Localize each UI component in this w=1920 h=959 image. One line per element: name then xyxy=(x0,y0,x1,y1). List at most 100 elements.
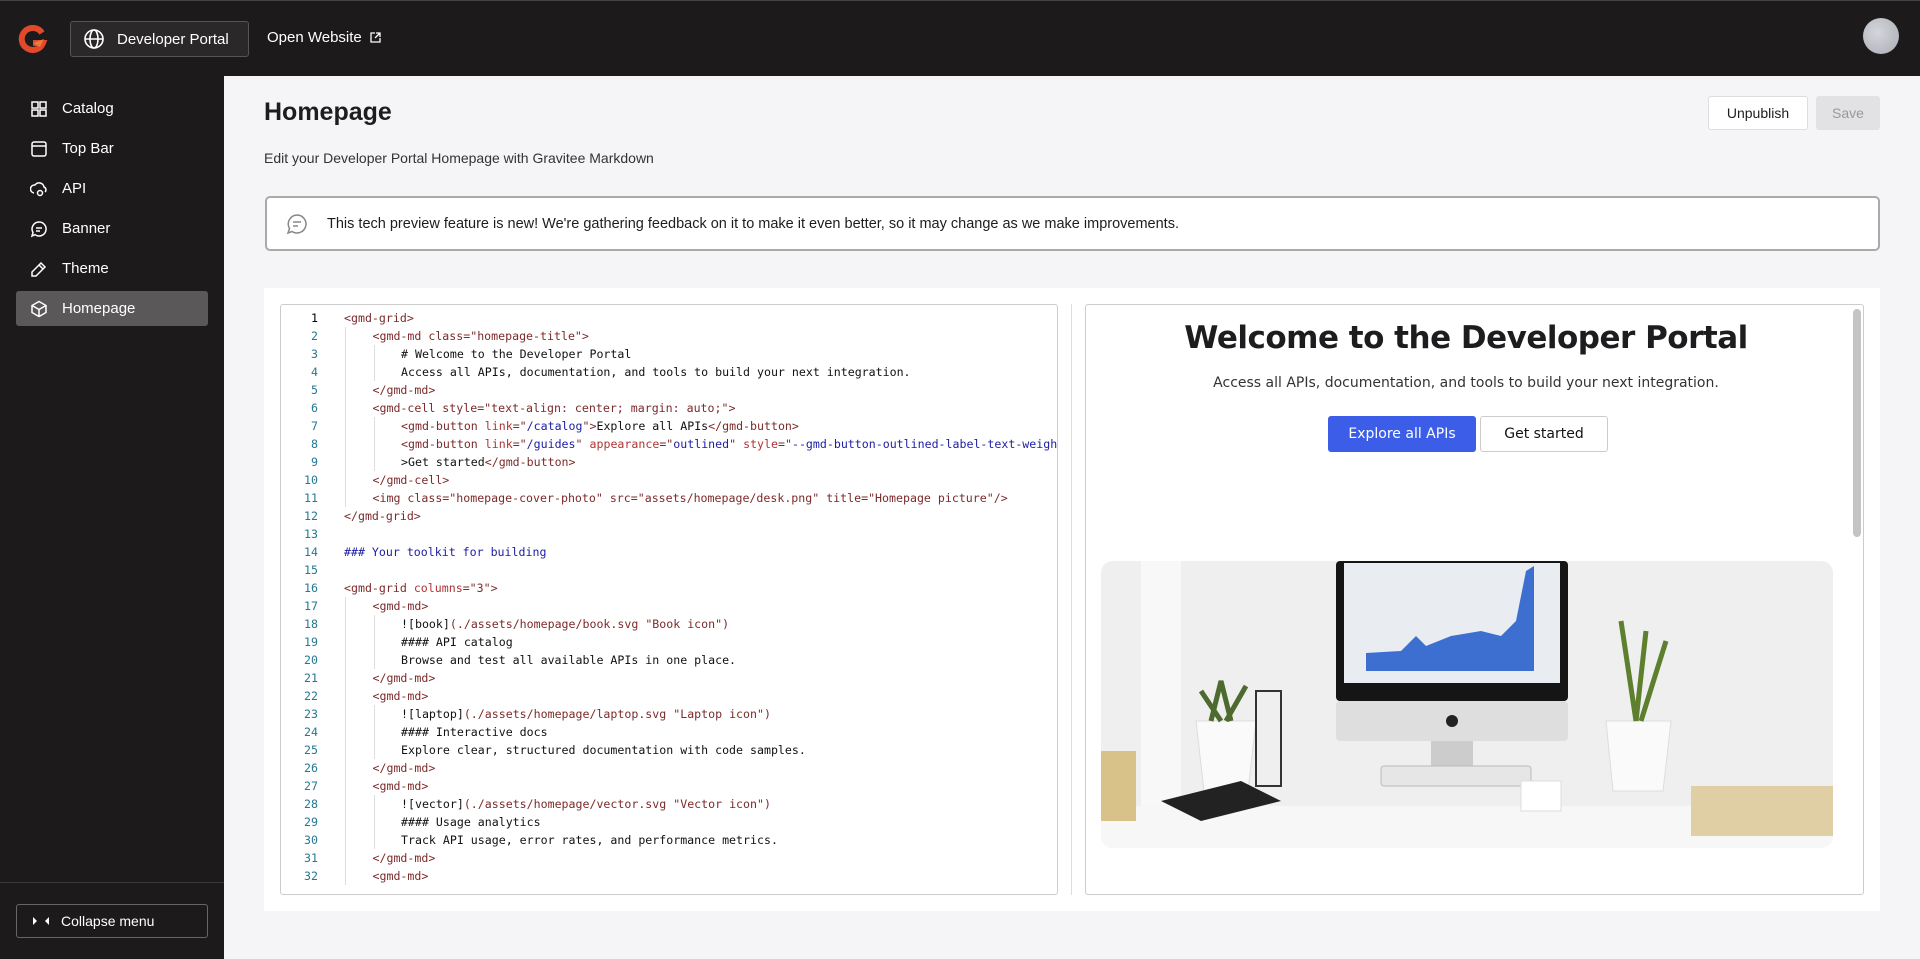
code-token: (./assets/homepage/laptop.svg "Laptop ic… xyxy=(463,707,771,721)
indent-guide xyxy=(345,471,346,489)
line-number: 22 xyxy=(304,689,318,703)
code-line[interactable]: 19 #### API catalog xyxy=(281,633,1057,651)
code-line[interactable]: 12 </gmd-grid> xyxy=(281,507,1057,525)
line-number: 32 xyxy=(304,869,318,883)
code-token: " xyxy=(729,437,744,451)
code-token: ### Your toolkit for building xyxy=(344,545,547,559)
editor-workspace: 1 <gmd-grid> 2 <gmd-md class="homepage-titl… xyxy=(264,288,1880,911)
markdown-code-editor[interactable]: 1 <gmd-grid> 2 <gmd-md class="homepage-titl… xyxy=(280,304,1058,895)
code-line[interactable]: 11 <img class="homepage-cover-photo" src=… xyxy=(281,489,1057,507)
tech-preview-banner: This tech preview feature is new! We're … xyxy=(265,196,1880,251)
line-number: 28 xyxy=(304,797,318,811)
code-line[interactable]: 22 <gmd-md> xyxy=(281,687,1057,705)
code-line[interactable]: 29 #### Usage analytics xyxy=(281,813,1057,831)
code-text: ![vector](./assets/homepage/vector.svg "… xyxy=(401,795,771,813)
indent-guide xyxy=(345,759,346,777)
code-token: Explore all APIs xyxy=(596,419,709,433)
code-token: "> xyxy=(582,419,597,433)
code-line[interactable]: 25 Explore clear, structured documentatio… xyxy=(281,741,1057,759)
collapse-menu-button[interactable]: Collapse menu xyxy=(16,904,208,938)
indent-guide xyxy=(345,705,346,723)
code-line[interactable]: 4 Access all APIs, documentation, and too… xyxy=(281,363,1057,381)
get-started-button[interactable]: Get started xyxy=(1480,416,1608,452)
code-line[interactable]: 3 # Welcome to the Developer Portal xyxy=(281,345,1057,363)
code-line[interactable]: 31 </gmd-md> xyxy=(281,849,1057,867)
unpublish-button[interactable]: Unpublish xyxy=(1708,96,1808,130)
indent-guide xyxy=(373,813,375,831)
indent-guide xyxy=(345,435,346,453)
code-line[interactable]: 2 <gmd-md class="homepage-title"> xyxy=(281,327,1057,345)
explore-all-apis-button[interactable]: Explore all APIs xyxy=(1328,416,1476,452)
indent-guide xyxy=(373,741,375,759)
open-website-link[interactable]: Open Website xyxy=(267,29,381,46)
code-token: style xyxy=(743,437,778,451)
code-line[interactable]: 30 Track API usage, error rates, and perf… xyxy=(281,831,1057,849)
collapse-menu-label: Collapse menu xyxy=(61,913,155,929)
code-line[interactable]: 21 </gmd-md> xyxy=(281,669,1057,687)
code-line[interactable]: 27 <gmd-md> xyxy=(281,777,1057,795)
external-link-icon xyxy=(370,32,381,43)
code-token: Access all APIs, documentation, and tool… xyxy=(401,365,911,379)
code-line[interactable]: 16 <gmd-grid columns="3"> xyxy=(281,579,1057,597)
developer-portal-button[interactable]: Developer Portal xyxy=(70,21,249,57)
code-token: </gmd-button> xyxy=(484,455,576,469)
split-divider[interactable] xyxy=(1071,304,1072,895)
code-token: (./assets/homepage/book.svg "Book icon") xyxy=(449,617,730,631)
indent-guide xyxy=(345,345,346,363)
line-number: 17 xyxy=(304,599,318,613)
code-line[interactable]: 15 xyxy=(281,561,1057,579)
code-line[interactable]: 8 <gmd-button link="/guides" appearance="… xyxy=(281,435,1057,453)
code-line[interactable]: 14 ### Your toolkit for building xyxy=(281,543,1057,561)
code-line[interactable]: 1 <gmd-grid> xyxy=(281,309,1057,327)
indent-guide xyxy=(345,399,346,417)
code-text: </gmd-md> xyxy=(373,669,436,687)
indent-guide xyxy=(373,633,375,651)
code-line[interactable]: 32 <gmd-md> xyxy=(281,867,1057,885)
code-text: ![laptop](./assets/homepage/laptop.svg "… xyxy=(401,705,771,723)
code-line[interactable]: 5 </gmd-md> xyxy=(281,381,1057,399)
save-button[interactable]: Save xyxy=(1816,96,1880,130)
line-number: 23 xyxy=(304,707,318,721)
sidebar-item-label: Homepage xyxy=(62,300,136,317)
code-line[interactable]: 28 ![vector](./assets/homepage/vector.svg… xyxy=(281,795,1057,813)
sidebar-item-label: API xyxy=(62,180,87,197)
sidebar-item-api[interactable]: API xyxy=(16,171,208,206)
code-line[interactable]: 9 >Get started</gmd-button> xyxy=(281,453,1057,471)
code-line[interactable]: 24 #### Interactive docs xyxy=(281,723,1057,741)
sidebar-item-homepage[interactable]: Homepage xyxy=(16,291,208,326)
code-token: /catalog xyxy=(526,419,583,433)
sidebar-item-label: Theme xyxy=(62,260,109,277)
code-token: Track API usage, error rates, and perfor… xyxy=(401,833,778,847)
sidebar-item-banner[interactable]: Banner xyxy=(16,211,208,246)
code-text: <gmd-button link="/guides" appearance="o… xyxy=(401,435,1057,453)
code-line[interactable]: 7 <gmd-button link="/catalog">Explore all… xyxy=(281,417,1057,435)
code-line[interactable]: 6 <gmd-cell style="text-align: center; ma… xyxy=(281,399,1057,417)
sidebar-item-theme[interactable]: Theme xyxy=(16,251,208,286)
grid-icon xyxy=(31,100,47,117)
code-line[interactable]: 10 </gmd-cell> xyxy=(281,471,1057,489)
preview-scrollbar[interactable] xyxy=(1853,309,1861,537)
line-number: 9 xyxy=(311,455,318,469)
user-avatar[interactable] xyxy=(1863,18,1899,54)
code-line[interactable]: 13 xyxy=(281,525,1057,543)
code-line[interactable]: 23 ![laptop](./assets/homepage/laptop.svg… xyxy=(281,705,1057,723)
chat-icon xyxy=(286,213,307,234)
gravitee-logo[interactable] xyxy=(18,25,48,55)
sidebar-item-label: Top Bar xyxy=(62,140,114,157)
code-line[interactable]: 17 <gmd-md> xyxy=(281,597,1057,615)
code-token: Explore clear, structured documentation … xyxy=(401,743,806,757)
code-line[interactable]: 18 ![book](./assets/homepage/book.svg "Bo… xyxy=(281,615,1057,633)
sidebar-item-catalog[interactable]: Catalog xyxy=(16,91,208,126)
code-line[interactable]: 20 Browse and test all available APIs in … xyxy=(281,651,1057,669)
line-number: 3 xyxy=(311,347,318,361)
code-text: <gmd-md> xyxy=(373,687,429,705)
indent-guide xyxy=(345,777,346,795)
code-line[interactable]: 26 </gmd-md> xyxy=(281,759,1057,777)
homepage-cover-photo xyxy=(1101,561,1833,848)
code-token: # Welcome to the Developer Portal xyxy=(401,347,632,361)
preview-title: Welcome to the Developer Portal xyxy=(1184,320,1748,356)
indent-guide xyxy=(373,705,375,723)
line-number: 24 xyxy=(304,725,318,739)
code-token: >Get started xyxy=(401,455,485,469)
sidebar-item-top-bar[interactable]: Top Bar xyxy=(16,131,208,166)
